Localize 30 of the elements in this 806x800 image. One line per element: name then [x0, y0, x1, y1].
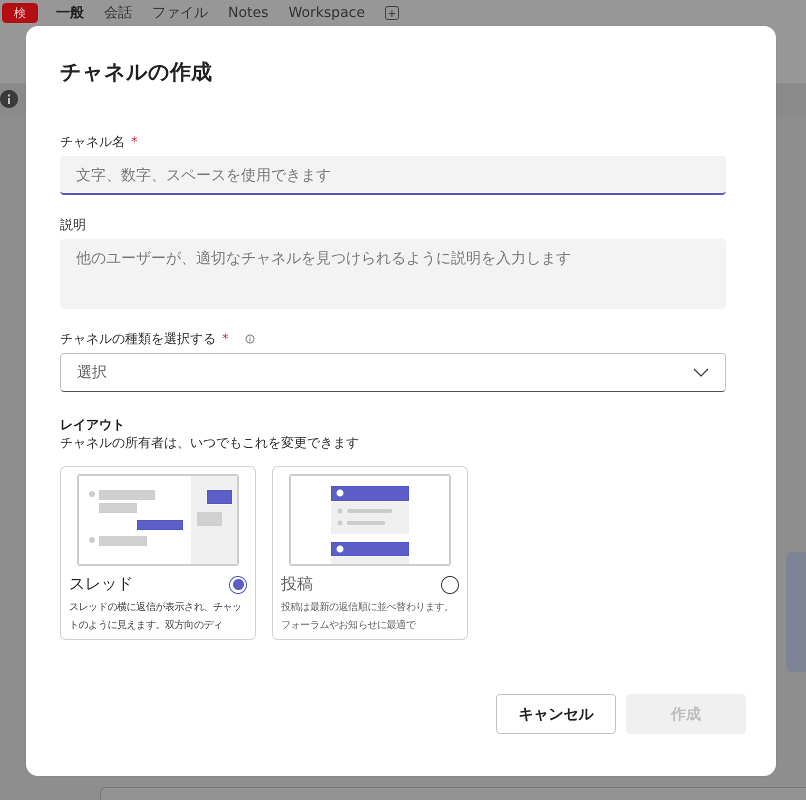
layout-option-description: 投稿は最新の返信順に並べ替わります。フォーラムやお知らせに最適で [281, 600, 455, 633]
section-heading: レイアウト [60, 417, 126, 434]
radio-button[interactable] [229, 576, 247, 594]
layout-option-card[interactable]: 投稿 投稿は最新の返信順に並べ替わります。フォーラムやお知らせに最適で [272, 466, 468, 640]
layout-option-card[interactable]: スレッド スレッドの横に返信が表示され、チャットのように見えます。双方向のディ [60, 466, 256, 640]
radio-button[interactable] [441, 576, 459, 594]
cancel-button[interactable]: キャンセル [496, 694, 616, 734]
dialog-title: チャネルの作成 [60, 59, 213, 86]
field-label: チャネルの種類を選択する [60, 331, 216, 348]
channel-tab[interactable]: Notes [228, 5, 268, 21]
info-icon[interactable] [0, 90, 18, 108]
channel-tab[interactable]: ファイル [152, 4, 208, 22]
user-avatar[interactable]: 検 [2, 3, 38, 23]
chevron-down-icon [693, 368, 709, 377]
layout-option-title: スレッド [69, 574, 133, 595]
required-mark: * [222, 332, 228, 346]
channel-tab[interactable]: Workspace [288, 5, 365, 21]
field-label: チャネル名 [60, 134, 125, 151]
channel-tab[interactable]: 一般 [56, 4, 84, 22]
layout-option-title: 投稿 [281, 574, 313, 595]
description-field[interactable]: 他のユーザーが、適切なチャネルを見つけられるように説明を入力します [60, 239, 726, 309]
add-tab-button[interactable]: + [384, 6, 399, 20]
channel-type-dropdown[interactable]: 選択 [60, 353, 726, 392]
layout-option-description: スレッドの横に返信が表示され、チャットのように見えます。双方向のディ [69, 600, 243, 633]
field-label: 説明 [60, 217, 86, 234]
info-icon[interactable] [244, 334, 254, 344]
channel-name-field[interactable]: 文字、数字、スペースを使用できます [60, 156, 726, 195]
required-mark: * [131, 134, 138, 150]
channel-tab[interactable]: 会話 [104, 4, 132, 22]
section-subtitle: チャネルの所有者は、いつでもこれを変更できます [60, 435, 360, 452]
